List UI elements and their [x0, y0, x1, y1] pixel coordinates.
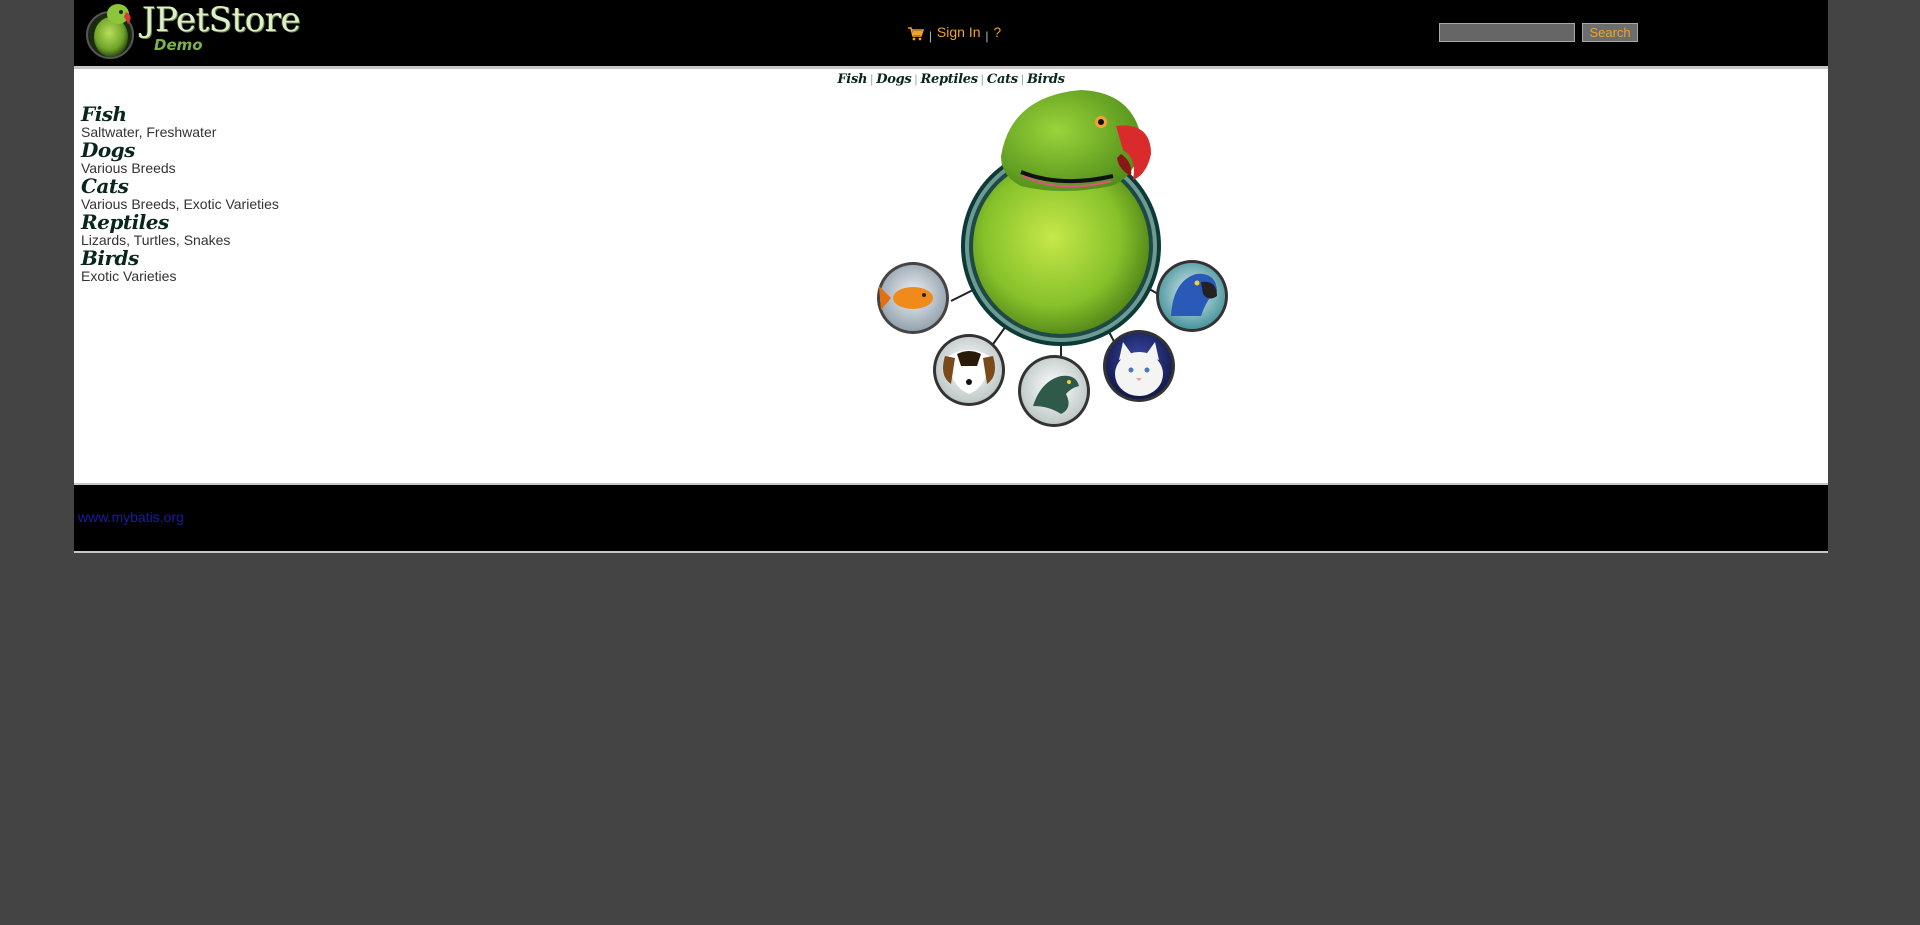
page-wrapper: JPetStore Demo | Sign In | ? Search Fish…	[74, 0, 1828, 553]
cat-bubble-image[interactable]	[1103, 330, 1175, 402]
dog-bubble-image[interactable]	[933, 334, 1005, 406]
search-button[interactable]: Search	[1582, 23, 1638, 42]
splash-pet-map	[877, 90, 1228, 427]
parrot-bird-image[interactable]	[961, 90, 1161, 346]
sidebar-item-reptiles: Reptiles Lizards, Turtles, Snakes	[81, 212, 361, 248]
sidebar-desc-birds: Exotic Varieties	[81, 268, 177, 284]
sidebar-link-fish[interactable]: Fish	[81, 104, 361, 124]
parrot-logo-icon	[86, 4, 134, 59]
shopping-cart-icon[interactable]	[908, 27, 925, 44]
fish-bubble-image[interactable]	[877, 262, 949, 334]
sidebar-link-birds[interactable]: Birds	[81, 248, 361, 268]
reptile-bubble-image[interactable]	[1018, 355, 1090, 427]
logo-subtitle: Demo	[154, 36, 203, 54]
sidebar-item-cats: Cats Various Breeds, Exotic Varieties	[81, 176, 361, 212]
sidebar-link-dogs[interactable]: Dogs	[81, 140, 361, 160]
main-content: Fish | Dogs | Reptiles | Cats | Birds Fish Saltw…	[74, 66, 1828, 485]
mybatis-link[interactable]: www.mybatis.org	[78, 509, 184, 525]
sidebar: Fish Saltwater, Freshwater Dogs Various …	[81, 104, 361, 284]
menu-separator: |	[928, 29, 933, 43]
search-input[interactable]	[1439, 23, 1575, 42]
search-form: Search	[1439, 23, 1638, 42]
help-link[interactable]: ?	[993, 24, 1001, 40]
sidebar-item-dogs: Dogs Various Breeds	[81, 140, 361, 176]
sign-in-link[interactable]: Sign In	[937, 24, 981, 40]
sidebar-item-fish: Fish Saltwater, Freshwater	[81, 104, 361, 140]
sidebar-item-birds: Birds Exotic Varieties	[81, 248, 361, 284]
sidebar-link-cats[interactable]: Cats	[81, 176, 361, 196]
logo-title: JPetStore	[142, 0, 301, 40]
footer: www.mybatis.org	[74, 485, 1828, 553]
menu-separator: |	[985, 29, 989, 43]
macaw-bubble-image[interactable]	[1156, 260, 1228, 332]
sidebar-link-reptiles[interactable]: Reptiles	[81, 212, 361, 232]
header-menu: | Sign In | ?	[908, 24, 1001, 44]
header: JPetStore Demo | Sign In | ? Search	[74, 0, 1828, 66]
